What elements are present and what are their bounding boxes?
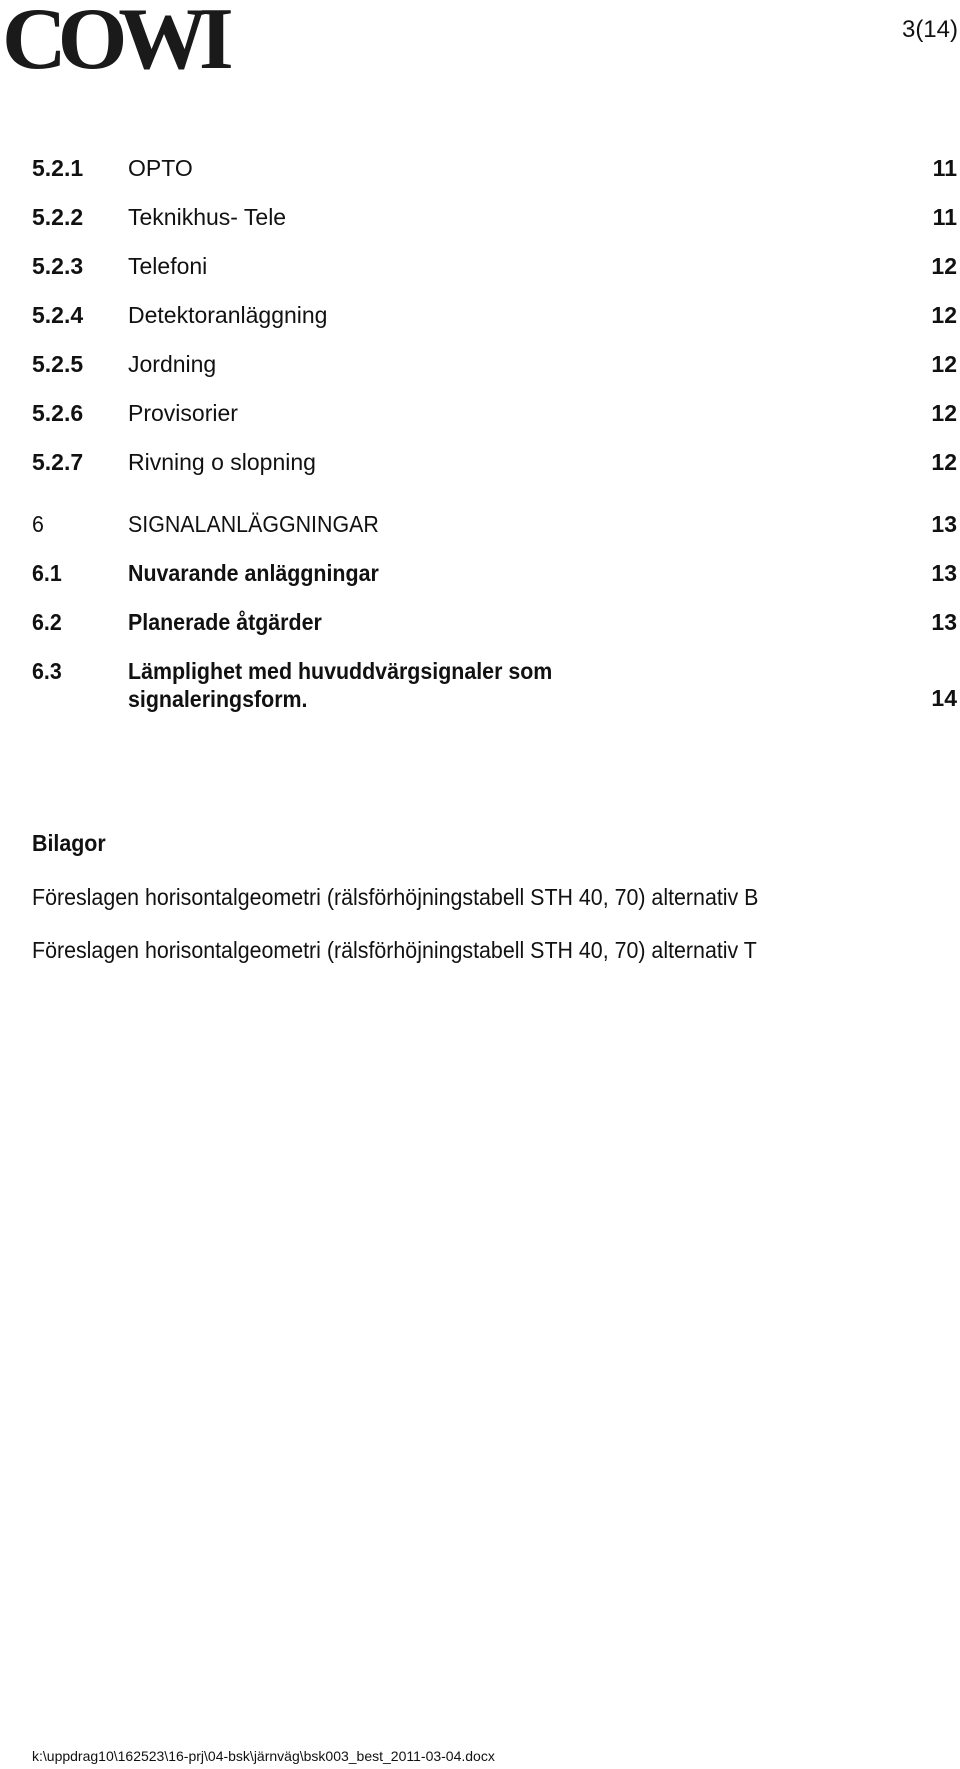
toc-page: 13	[931, 560, 957, 586]
toc-number: 5.2.7	[32, 449, 84, 475]
toc-title: Telefoni	[128, 253, 208, 279]
toc-title: Nuvarande anläggningar	[128, 560, 379, 586]
toc-page: 14	[931, 685, 957, 711]
toc-page: 12	[931, 302, 957, 328]
toc-number: 6.3	[32, 658, 62, 684]
toc-number: 5.2.4	[32, 302, 84, 328]
toc-title: Jordning	[128, 351, 217, 377]
toc-page: 12	[931, 449, 957, 475]
toc-page: 12	[931, 351, 957, 377]
toc-number: 6.1	[32, 560, 62, 586]
toc-title: OPTO	[128, 155, 193, 181]
toc-page: 13	[931, 511, 957, 537]
toc-number: 5.2.1	[32, 155, 84, 181]
toc-title-line: Lämplighet med huvuddvärgsignaler som	[128, 658, 553, 684]
toc-number: 5.2.5	[32, 351, 84, 377]
toc-page: 11	[932, 204, 957, 230]
file-path-footer: k:\uppdrag10\162523\16-prj\04-bsk\järnvä…	[32, 1748, 495, 1764]
toc-title: Rivning o slopning	[128, 449, 316, 475]
toc-page: 11	[932, 155, 957, 181]
toc-number: 5.2.2	[32, 204, 84, 230]
toc-title: Detektoranläggning	[128, 302, 328, 328]
toc-title: Provisorier	[128, 400, 238, 426]
toc-title-line: signaleringsform.	[128, 686, 308, 712]
toc-number: 5.2.6	[32, 400, 84, 426]
cowi-logo: COWI	[2, 0, 234, 88]
toc-title: Teknikhus- Tele	[128, 204, 287, 230]
attachments-heading: Bilagor	[32, 830, 106, 856]
toc-page: 13	[931, 609, 957, 635]
toc-page: 12	[931, 400, 957, 426]
toc-title: SIGNALANLÄGGNINGAR	[128, 511, 379, 537]
toc-number: 5.2.3	[32, 253, 84, 279]
toc-entry[interactable]: 6.3 Lämplighet med huvuddvärgsignaler so…	[32, 657, 959, 717]
toc-title: Planerade åtgärder	[128, 609, 322, 635]
toc-page: 12	[931, 253, 957, 279]
toc-number: 6.2	[32, 609, 62, 635]
toc-number: 6	[32, 511, 44, 537]
attachment-item: Föreslagen horisontalgeometri (rälsförhö…	[32, 937, 757, 963]
attachment-item: Föreslagen horisontalgeometri (rälsförhö…	[32, 884, 759, 910]
toc-title: Lämplighet med huvuddvärgsignaler som si…	[128, 657, 686, 713]
page-indicator: 3(14)	[901, 16, 958, 43]
